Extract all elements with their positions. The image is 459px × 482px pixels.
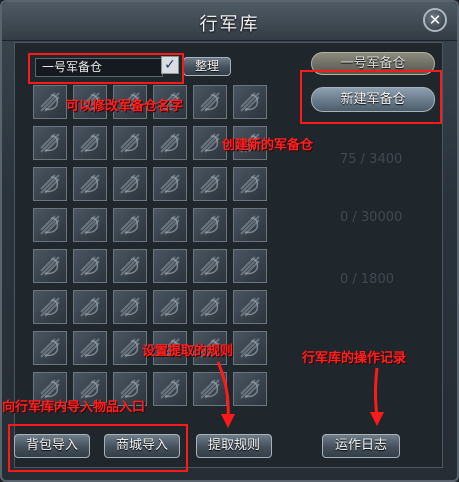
import-highlight bbox=[8, 424, 188, 472]
background-stat: 0 / 1800 bbox=[340, 272, 394, 287]
annotation-import: 向行军库内导入物品入口 bbox=[2, 400, 146, 415]
empty-slot-icon bbox=[80, 174, 100, 194]
empty-slot-icon bbox=[40, 215, 60, 235]
empty-slot-icon bbox=[80, 215, 100, 235]
operation-log-button[interactable]: 运作日志 bbox=[322, 434, 400, 458]
item-slot[interactable] bbox=[153, 372, 187, 406]
empty-slot-icon bbox=[40, 92, 60, 112]
item-slot[interactable] bbox=[73, 208, 107, 242]
rename-highlight bbox=[28, 53, 184, 84]
empty-slot-icon bbox=[160, 256, 180, 276]
empty-slot-icon bbox=[40, 297, 60, 317]
empty-slot-icon bbox=[80, 256, 100, 276]
item-slot[interactable] bbox=[153, 290, 187, 324]
empty-slot-icon bbox=[160, 174, 180, 194]
rules-arrow-icon bbox=[216, 361, 235, 428]
empty-slot-icon bbox=[40, 174, 60, 194]
empty-slot-icon bbox=[120, 174, 140, 194]
empty-slot-icon bbox=[120, 256, 140, 276]
empty-slot-icon bbox=[40, 256, 60, 276]
annotation-rename: 可以修改军备仓名字 bbox=[66, 99, 184, 114]
empty-slot-icon bbox=[200, 297, 220, 317]
item-slot[interactable] bbox=[193, 167, 227, 201]
empty-slot-icon bbox=[240, 256, 260, 276]
item-slot[interactable] bbox=[33, 167, 67, 201]
item-slot[interactable] bbox=[73, 167, 107, 201]
item-slot[interactable] bbox=[73, 249, 107, 283]
empty-slot-icon bbox=[40, 338, 60, 358]
background-stat: 75 / 3400 bbox=[340, 152, 403, 167]
item-slot[interactable] bbox=[33, 331, 67, 365]
empty-slot-icon bbox=[120, 215, 140, 235]
item-slot[interactable] bbox=[233, 85, 267, 119]
empty-slot-icon bbox=[200, 92, 220, 112]
empty-slot-icon bbox=[240, 215, 260, 235]
empty-slot-icon bbox=[240, 338, 260, 358]
empty-slot-icon bbox=[200, 256, 220, 276]
item-slot[interactable] bbox=[113, 126, 147, 160]
empty-slot-icon bbox=[240, 92, 260, 112]
annotation-log: 行军库的操作记录 bbox=[302, 351, 407, 366]
item-slot[interactable] bbox=[33, 126, 67, 160]
item-slot[interactable] bbox=[233, 290, 267, 324]
item-slot[interactable] bbox=[233, 208, 267, 242]
sort-button[interactable]: 整理 bbox=[183, 57, 231, 76]
empty-slot-icon bbox=[200, 215, 220, 235]
log-arrow-icon bbox=[370, 367, 384, 426]
empty-slot-icon bbox=[120, 133, 140, 153]
item-slot[interactable] bbox=[233, 167, 267, 201]
window-title: 行军库 bbox=[199, 14, 260, 35]
item-slot[interactable] bbox=[193, 208, 227, 242]
extract-rules-button[interactable]: 提取规则 bbox=[196, 434, 272, 458]
background-stat: 0 / 30000 bbox=[340, 210, 403, 225]
empty-slot-icon bbox=[120, 297, 140, 317]
annotation-rules: 设置提取的规则 bbox=[142, 344, 234, 359]
empty-slot-icon bbox=[240, 174, 260, 194]
item-slot[interactable] bbox=[113, 167, 147, 201]
empty-slot-icon bbox=[160, 215, 180, 235]
close-icon[interactable]: ✕ bbox=[423, 8, 447, 32]
empty-slot-icon bbox=[80, 133, 100, 153]
item-slot[interactable] bbox=[33, 249, 67, 283]
item-slot[interactable] bbox=[193, 290, 227, 324]
item-slot[interactable] bbox=[33, 85, 67, 119]
empty-slot-icon bbox=[120, 338, 140, 358]
item-slot[interactable] bbox=[193, 249, 227, 283]
item-slot[interactable] bbox=[153, 249, 187, 283]
item-slot[interactable] bbox=[33, 208, 67, 242]
empty-slot-icon bbox=[80, 297, 100, 317]
item-slot[interactable] bbox=[113, 290, 147, 324]
annotation-create: 创建新的军备仓 bbox=[222, 138, 314, 153]
item-slot[interactable] bbox=[153, 126, 187, 160]
item-slot[interactable] bbox=[73, 290, 107, 324]
empty-slot-icon bbox=[200, 174, 220, 194]
title-bar: 行军库 ✕ bbox=[2, 2, 457, 41]
item-slot[interactable] bbox=[113, 208, 147, 242]
item-slot[interactable] bbox=[73, 331, 107, 365]
empty-slot-icon bbox=[80, 338, 100, 358]
item-slot[interactable] bbox=[73, 126, 107, 160]
item-slot[interactable] bbox=[33, 290, 67, 324]
empty-slot-icon bbox=[200, 133, 220, 153]
item-slot[interactable] bbox=[153, 167, 187, 201]
empty-slot-icon bbox=[160, 379, 180, 399]
item-slot[interactable] bbox=[113, 249, 147, 283]
item-slot[interactable] bbox=[193, 85, 227, 119]
item-slot[interactable] bbox=[153, 208, 187, 242]
create-highlight bbox=[300, 70, 442, 124]
empty-slot-icon bbox=[160, 133, 180, 153]
empty-slot-icon bbox=[160, 297, 180, 317]
empty-slot-icon bbox=[240, 297, 260, 317]
item-slot[interactable] bbox=[233, 249, 267, 283]
empty-slot-icon bbox=[40, 133, 60, 153]
